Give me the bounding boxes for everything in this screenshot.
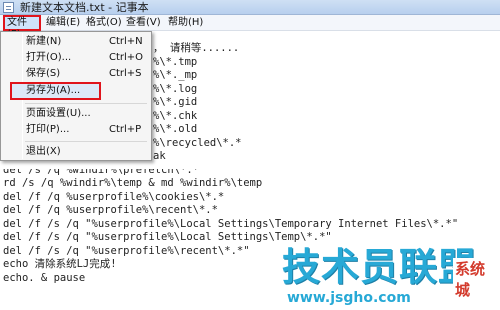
code-line: del /f /s /q "%userprofile%\Local Settin…	[3, 218, 459, 230]
menu-item-new[interactable]: 新建(N) Ctrl+N	[3, 34, 149, 50]
menu-item-label: 打开(O)...	[26, 52, 72, 63]
code-line: ak	[153, 150, 166, 162]
menu-file[interactable]: 文件(F)	[3, 15, 41, 40]
code-line: %\*.gid	[153, 96, 198, 108]
menu-edit[interactable]: 编辑(E)	[44, 16, 82, 30]
code-line: ， 请稍等......	[153, 42, 240, 54]
menu-item-shortcut: Ctrl+N	[109, 36, 143, 47]
menu-item-shortcut: Ctrl+S	[109, 68, 142, 79]
menu-help[interactable]: 帮助(H)	[166, 16, 205, 30]
watermark-logo: 技术员联盟	[282, 245, 478, 289]
code-line: %\*.tmp	[153, 56, 198, 68]
watermark-url: www.jsgho.com	[287, 290, 411, 306]
menu-item-label: 新建(N)	[26, 36, 62, 47]
code-line: echo. & pause	[3, 272, 86, 284]
code-line: del /f /q %userprofile%\cookies\*.*	[3, 191, 225, 203]
watermark-tag: 系统城	[453, 258, 500, 300]
menu-view[interactable]: 查看(V)	[124, 16, 163, 30]
code-line: %\*._mp	[153, 69, 198, 81]
code-line: del /f /q %userprofile%\recent\*.*	[3, 204, 218, 216]
menu-item-label: 保存(S)	[26, 68, 61, 79]
menu-item-shortcut: Ctrl+O	[109, 52, 144, 63]
menu-item-save-as[interactable]: 另存为(A)...	[10, 82, 101, 100]
code-line: del /s /q %windir%\prefetch\*.*	[3, 164, 199, 176]
menu-format[interactable]: 格式(O)	[84, 16, 124, 30]
code-line: del /f /s /q "%userprofile%\recent\*.*"	[3, 245, 250, 257]
menu-item-page-setup[interactable]: 页面设置(U)...	[3, 106, 149, 122]
code-line: %\*.log	[153, 83, 198, 95]
title-bar: 新建文本文档.txt - 记事本	[0, 0, 500, 15]
menu-item-label: 另存为(A)...	[26, 85, 81, 96]
menu-separator	[25, 141, 147, 142]
menu-item-label: 打印(P)...	[26, 124, 70, 135]
menu-item-open[interactable]: 打开(O)... Ctrl+O	[3, 50, 149, 66]
code-line: rd /s /q %windir%\temp & md %windir%\tem…	[3, 177, 263, 189]
code-line: %\*.old	[153, 123, 198, 135]
menu-item-print[interactable]: 打印(P)... Ctrl+P	[3, 122, 149, 138]
code-line: %\*.chk	[153, 110, 198, 122]
watermark: 技术员联盟 系统城 www.jsgho.com	[278, 236, 500, 310]
file-dropdown-menu: 新建(N) Ctrl+N 打开(O)... Ctrl+O 保存(S) Ctrl+…	[0, 31, 152, 161]
menu-item-shortcut: Ctrl+P	[109, 124, 142, 135]
menu-bar: 文件(F) 编辑(E) 格式(O) 查看(V) 帮助(H)	[0, 15, 500, 40]
menu-item-label: 退出(X)	[26, 146, 61, 157]
menu-item-label: 页面设置(U)...	[26, 108, 91, 119]
menu-item-exit[interactable]: 退出(X)	[3, 144, 149, 160]
menu-separator	[25, 103, 147, 104]
code-line: %\recycled\*.*	[153, 137, 242, 149]
menu-item-save[interactable]: 保存(S) Ctrl+S	[3, 66, 149, 82]
code-line: echo 清除系统LJ完成!	[3, 258, 117, 270]
window-title: 新建文本文档.txt - 记事本	[20, 1, 149, 14]
notepad-icon	[3, 2, 14, 13]
